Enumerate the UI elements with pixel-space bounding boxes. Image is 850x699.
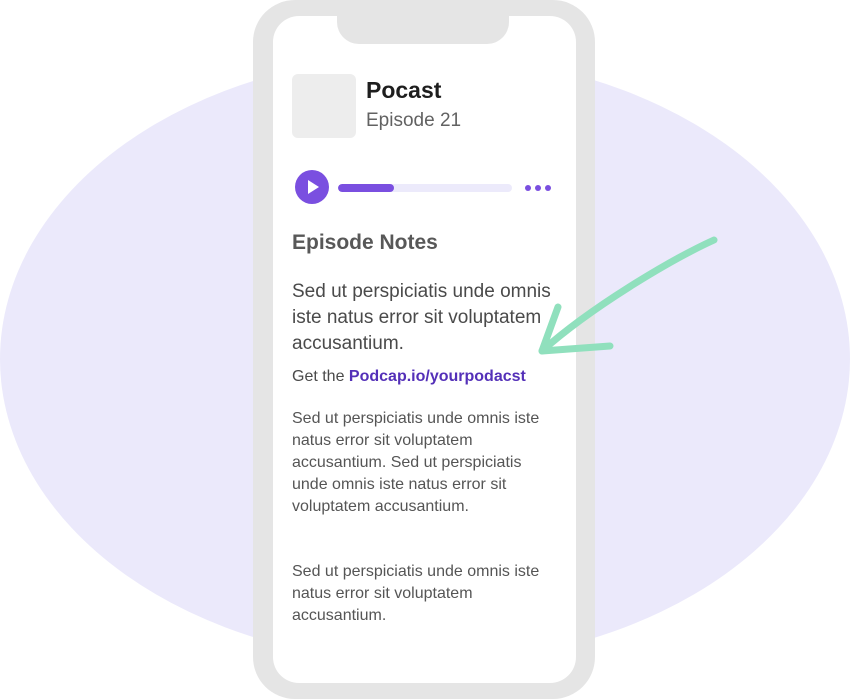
play-icon: [308, 180, 319, 194]
link-prefix: Get the: [292, 368, 349, 385]
illustration-stage: Pocast Episode 21 Episode Notes Sed ut p…: [0, 0, 850, 699]
link-line: Get the Podcap.io/yourpodacst: [292, 368, 526, 386]
progress-bar[interactable]: [338, 184, 512, 192]
play-button[interactable]: [295, 170, 329, 204]
phone-notch: [337, 0, 509, 44]
podcast-artwork: [292, 74, 356, 138]
notes-lead-text: Sed ut perspiciatis unde omnis iste natu…: [292, 281, 551, 354]
podcast-link[interactable]: Podcap.io/yourpodacst: [349, 368, 526, 385]
more-options-button[interactable]: [522, 180, 554, 196]
annotation-arrow-icon: [538, 236, 718, 355]
episode-notes-heading: Episode Notes: [292, 231, 438, 254]
more-dots-icon: [525, 185, 551, 191]
podcast-title: Pocast: [366, 77, 442, 103]
progress-fill: [338, 184, 394, 192]
episode-label: Episode 21: [366, 110, 462, 131]
notes-paragraph: Sed ut perspiciatis unde omnis iste natu…: [292, 410, 540, 515]
notes-paragraph: Sed ut perspiciatis unde omnis iste natu…: [292, 563, 540, 624]
